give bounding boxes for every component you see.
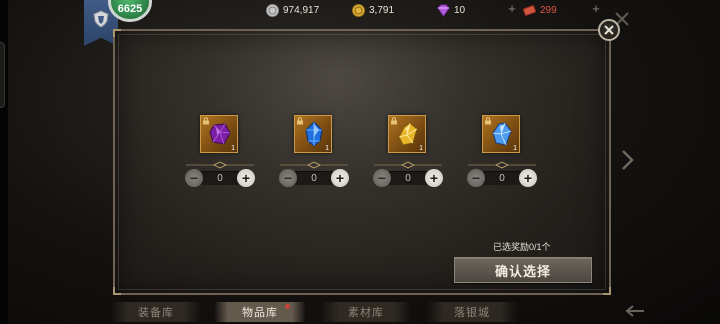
purple-gem-icon bbox=[209, 123, 231, 145]
minus-button[interactable]: − bbox=[373, 169, 391, 187]
selected-prefix: 已选奖励 bbox=[493, 242, 530, 252]
stepper-value[interactable]: 0 bbox=[483, 171, 521, 185]
yellow-crystal-icon bbox=[398, 122, 418, 146]
ornament-divider bbox=[186, 161, 254, 169]
panel-corner bbox=[113, 29, 121, 37]
blue-crystal-icon bbox=[305, 121, 323, 147]
reward-item: 1 0 − + bbox=[184, 115, 256, 225]
quantity-stepper: 0 − + bbox=[467, 169, 537, 187]
stepper-value[interactable]: 0 bbox=[201, 171, 239, 185]
quantity-stepper: 0 − + bbox=[279, 169, 349, 187]
reward-item: 1 0 − + bbox=[466, 115, 538, 225]
arrow-left-icon[interactable] bbox=[624, 304, 646, 318]
shield-icon bbox=[93, 10, 109, 28]
reward-item-slot[interactable]: 1 bbox=[482, 115, 520, 153]
ornament-divider bbox=[468, 161, 536, 169]
close-icon bbox=[604, 25, 614, 35]
add-diamond-button[interactable]: + bbox=[506, 2, 518, 15]
currency-ticket: 299 bbox=[523, 2, 557, 18]
confirm-selection-button[interactable]: 确认选择 bbox=[454, 257, 592, 283]
tab-label: 素材库 bbox=[348, 306, 384, 319]
tab-label: 装备库 bbox=[138, 306, 174, 319]
tab-label: 物品库 bbox=[242, 306, 278, 319]
tab-label: 落银城 bbox=[454, 306, 490, 319]
ticket-icon bbox=[523, 4, 536, 16]
gold-coin-icon bbox=[352, 3, 365, 17]
plus-button[interactable]: + bbox=[425, 169, 443, 187]
minus-button[interactable]: − bbox=[185, 169, 203, 187]
light-blue-crystal-icon bbox=[492, 122, 512, 146]
add-ticket-button[interactable]: + bbox=[590, 2, 602, 15]
quantity-stepper: 0 − + bbox=[373, 169, 443, 187]
minus-button[interactable]: − bbox=[467, 169, 485, 187]
minus-button[interactable]: − bbox=[279, 169, 297, 187]
reward-qty: 1 bbox=[325, 145, 329, 152]
panel-corner bbox=[603, 287, 611, 295]
diamond-icon bbox=[437, 4, 450, 17]
chevron-right-icon[interactable] bbox=[620, 149, 634, 171]
silver-value: 974,917 bbox=[283, 4, 320, 16]
diamond-value: 10 bbox=[454, 4, 466, 16]
stepper-value[interactable]: 0 bbox=[295, 171, 333, 185]
selected-suffix: /1个 bbox=[534, 242, 551, 252]
reward-item: 1 0 − + bbox=[278, 115, 350, 225]
ticket-value: 299 bbox=[540, 4, 557, 16]
notification-dot bbox=[285, 304, 290, 309]
panel-corner bbox=[113, 287, 121, 295]
reward-item: 1 0 − + bbox=[372, 115, 444, 225]
reward-qty: 1 bbox=[231, 145, 235, 152]
close-button[interactable] bbox=[598, 19, 620, 41]
currency-gold: 3,791 bbox=[352, 2, 394, 18]
tab-items[interactable]: 物品库 bbox=[214, 302, 306, 322]
reward-item-slot[interactable]: 1 bbox=[388, 115, 426, 153]
plus-button[interactable]: + bbox=[237, 169, 255, 187]
reward-qty: 1 bbox=[513, 145, 517, 152]
side-handle[interactable] bbox=[0, 42, 5, 108]
quantity-stepper: 0 − + bbox=[185, 169, 255, 187]
selected-count-text: 已选奖励0/1个 bbox=[493, 240, 551, 253]
reward-item-slot[interactable]: 1 bbox=[200, 115, 238, 153]
ornament-divider bbox=[374, 161, 442, 169]
ornament-divider bbox=[280, 161, 348, 169]
currency-silver: 974,917 bbox=[266, 2, 319, 18]
plus-button[interactable]: + bbox=[331, 169, 349, 187]
reward-qty: 1 bbox=[419, 145, 423, 152]
gold-value: 3,791 bbox=[369, 4, 395, 16]
plus-button[interactable]: + bbox=[519, 169, 537, 187]
level-badge-text: 6625 bbox=[117, 3, 143, 15]
tab-equipment[interactable]: 装备库 bbox=[110, 302, 202, 322]
currency-diamond: 10 bbox=[437, 2, 465, 18]
tab-materials[interactable]: 素材库 bbox=[320, 302, 412, 322]
reward-item-slot[interactable]: 1 bbox=[294, 115, 332, 153]
tab-silver-city[interactable]: 落银城 bbox=[426, 302, 518, 322]
bottom-tab-bar: 装备库 物品库 素材库 落银城 bbox=[110, 302, 610, 324]
silver-coin-icon bbox=[266, 3, 279, 17]
stepper-value[interactable]: 0 bbox=[389, 171, 427, 185]
